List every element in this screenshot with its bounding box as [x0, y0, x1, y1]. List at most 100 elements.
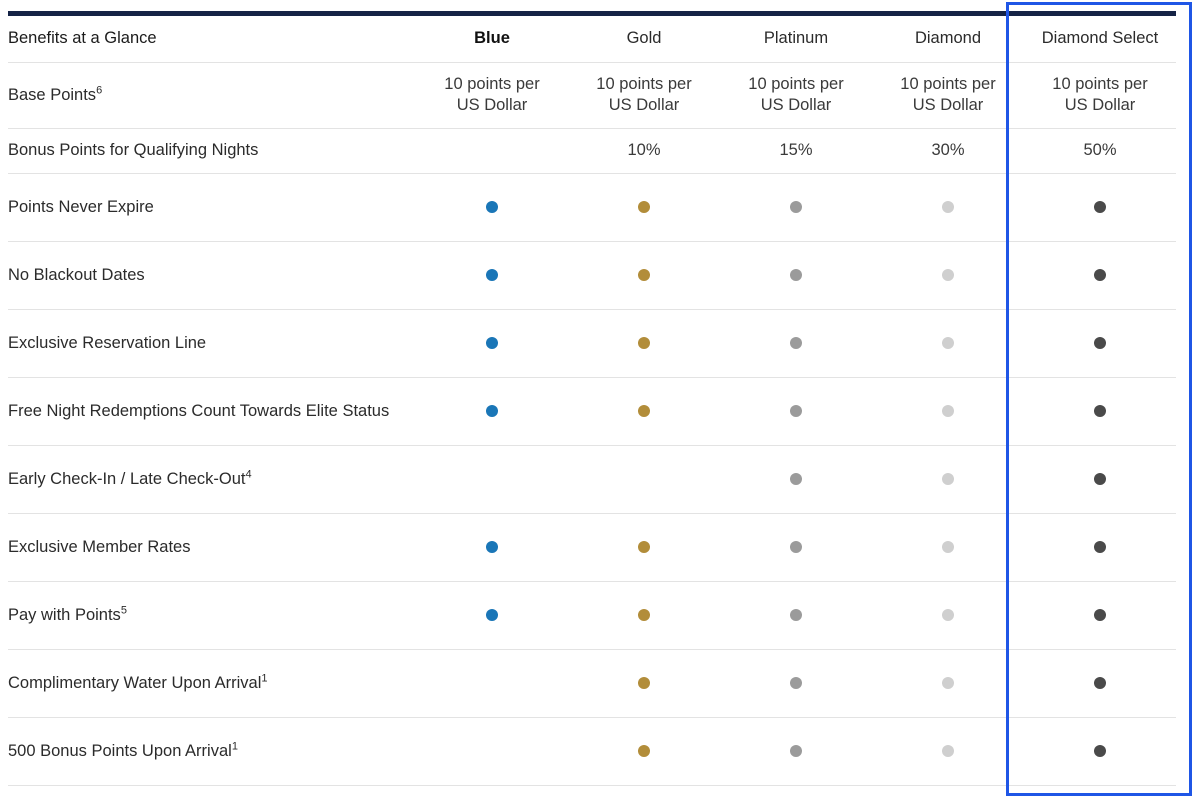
benefit-label: Exclusive Reservation Line	[8, 309, 416, 378]
table-row: Exclusive Member Rates	[8, 513, 1176, 582]
benefit-cell-blue	[416, 173, 568, 242]
tier-header-platinum: Platinum	[720, 16, 872, 63]
benefit-cell-platinum	[720, 649, 872, 718]
table-row: No Blackout Dates	[8, 241, 1176, 310]
benefit-label: Points Never Expire	[8, 173, 416, 242]
benefit-cell-blue	[416, 513, 568, 582]
blue-bullet-icon	[486, 541, 498, 554]
table-header-row: Benefits at a Glance Blue Gold Platinum …	[8, 16, 1176, 63]
footnote-marker: 4	[245, 468, 252, 480]
base-points-platinum: 10 points per US Dollar	[720, 62, 872, 129]
benefit-cell-diamond-select	[1024, 717, 1176, 786]
benefit-cell-diamond-select	[1024, 513, 1176, 582]
benefit-cell-diamond	[872, 173, 1024, 242]
benefit-cell-blue	[416, 717, 568, 786]
benefit-label: Exclusive Member Rates	[8, 513, 416, 582]
diamond-select-bullet-icon	[1094, 201, 1106, 214]
benefit-cell-platinum	[720, 173, 872, 242]
platinum-bullet-icon	[790, 269, 802, 282]
diamond-bullet-icon	[942, 201, 954, 214]
diamond-bullet-icon	[942, 745, 954, 758]
bonus-points-diamond-select: 50%	[1024, 128, 1176, 174]
benefit-label: Pay with Points5	[8, 581, 416, 650]
gold-bullet-icon	[638, 745, 650, 758]
platinum-bullet-icon	[790, 541, 802, 554]
benefit-cell-platinum	[720, 513, 872, 582]
benefit-cell-diamond-select	[1024, 309, 1176, 378]
table-row: Early Check-In / Late Check-Out4	[8, 445, 1176, 514]
base-points-diamond: 10 points per US Dollar	[872, 62, 1024, 129]
benefit-cell-diamond	[872, 513, 1024, 582]
table-row: Exclusive Reservation Line	[8, 309, 1176, 378]
benefit-label: Complimentary Water Upon Arrival1	[8, 649, 416, 718]
gold-bullet-icon	[638, 269, 650, 282]
benefit-cell-diamond	[872, 717, 1024, 786]
benefit-cell-gold	[568, 445, 720, 514]
benefit-cell-blue	[416, 445, 568, 514]
benefit-cell-diamond	[872, 649, 1024, 718]
diamond-select-bullet-icon	[1094, 677, 1106, 690]
diamond-select-bullet-icon	[1094, 609, 1106, 622]
table-row: Pay with Points5	[8, 581, 1176, 650]
benefit-cell-diamond-select	[1024, 377, 1176, 446]
gold-bullet-icon	[638, 337, 650, 350]
blue-bullet-icon	[486, 609, 498, 622]
blue-bullet-icon	[486, 337, 498, 350]
diamond-bullet-icon	[942, 473, 954, 486]
diamond-select-bullet-icon	[1094, 473, 1106, 486]
bonus-points-blue	[416, 128, 568, 174]
base-points-blue: 10 points per US Dollar	[416, 62, 568, 129]
benefit-cell-gold	[568, 513, 720, 582]
bonus-points-gold: 10%	[568, 128, 720, 174]
benefit-cell-gold	[568, 717, 720, 786]
gold-bullet-icon	[638, 677, 650, 690]
tier-header-diamond: Diamond	[872, 16, 1024, 63]
platinum-bullet-icon	[790, 745, 802, 758]
benefit-cell-diamond-select	[1024, 173, 1176, 242]
diamond-select-bullet-icon	[1094, 337, 1106, 350]
footnote-marker: 5	[120, 604, 127, 616]
benefit-label: Free Night Redemptions Count Towards Eli…	[8, 377, 416, 446]
diamond-bullet-icon	[942, 405, 954, 418]
footnote-marker: 1	[261, 672, 268, 684]
benefit-label: No Blackout Dates	[8, 241, 416, 310]
benefit-cell-platinum	[720, 377, 872, 446]
base-points-diamond-select: 10 points per US Dollar	[1024, 62, 1176, 129]
benefit-cell-diamond-select	[1024, 581, 1176, 650]
platinum-bullet-icon	[790, 337, 802, 350]
gold-bullet-icon	[638, 405, 650, 418]
gold-bullet-icon	[638, 541, 650, 554]
diamond-bullet-icon	[942, 541, 954, 554]
benefit-cell-platinum	[720, 309, 872, 378]
platinum-bullet-icon	[790, 473, 802, 486]
diamond-bullet-icon	[942, 337, 954, 350]
table-row: 500 Bonus Points Upon Arrival1	[8, 717, 1176, 786]
base-points-gold: 10 points per US Dollar	[568, 62, 720, 129]
blue-bullet-icon	[486, 405, 498, 418]
footnote-marker: 1	[231, 740, 238, 752]
bonus-points-diamond: 30%	[872, 128, 1024, 174]
footnote-marker: 6	[96, 84, 103, 96]
diamond-bullet-icon	[942, 609, 954, 622]
tier-header-diamond-select: Diamond Select	[1024, 16, 1176, 63]
benefit-cell-diamond	[872, 581, 1024, 650]
table-title: Benefits at a Glance	[8, 16, 416, 63]
gold-bullet-icon	[638, 609, 650, 622]
benefit-cell-gold	[568, 241, 720, 310]
benefit-cell-platinum	[720, 241, 872, 310]
diamond-select-bullet-icon	[1094, 405, 1106, 418]
bonus-points-platinum: 15%	[720, 128, 872, 174]
diamond-select-bullet-icon	[1094, 541, 1106, 554]
benefit-cell-gold	[568, 173, 720, 242]
benefit-cell-blue	[416, 581, 568, 650]
benefit-cell-gold	[568, 649, 720, 718]
benefit-cell-blue	[416, 241, 568, 310]
benefit-cell-platinum	[720, 581, 872, 650]
base-points-label: Base Points6	[8, 62, 416, 129]
benefit-cell-diamond-select	[1024, 241, 1176, 310]
benefit-cell-platinum	[720, 717, 872, 786]
benefit-cell-diamond-select	[1024, 445, 1176, 514]
platinum-bullet-icon	[790, 609, 802, 622]
benefit-cell-diamond	[872, 241, 1024, 310]
tier-header-blue: Blue	[416, 16, 568, 63]
